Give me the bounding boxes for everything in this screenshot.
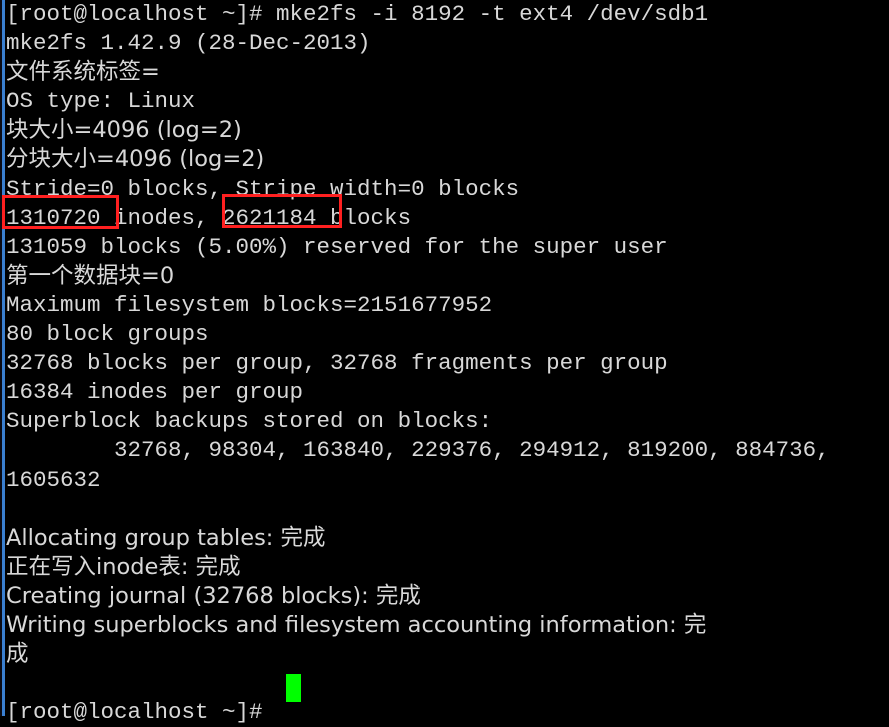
terminal-line-superblock-list-cont: 1605632 <box>6 466 101 493</box>
terminal-window[interactable]: [root@localhost ~]# mke2fs -i 8192 -t ex… <box>0 0 889 725</box>
terminal-line-os-type: OS type: Linux <box>6 88 196 115</box>
window-left-edge-scrollbar[interactable] <box>2 0 5 716</box>
terminal-line-fs-label: 文件系统标签= <box>6 59 160 86</box>
terminal-cursor <box>286 674 301 702</box>
terminal-line-command: [root@localhost ~]# mke2fs -i 8192 -t ex… <box>6 1 709 27</box>
terminal-line-inodes-per-group: 16384 inodes per group <box>6 379 304 406</box>
terminal-line-writing-superblocks-cont: 成 <box>6 641 29 668</box>
terminal-line-stride: Stride=0 blocks, Stripe width=0 blocks <box>6 175 520 202</box>
terminal-line-writing-superblocks: Writing superblocks and filesystem accou… <box>6 611 707 638</box>
terminal-line-block-size: 块大小=4096 (log=2) <box>6 117 242 144</box>
terminal-line-superblock-list: 32768, 98304, 163840, 229376, 294912, 81… <box>6 437 830 464</box>
terminal-line-blocks-per-group: 32768 blocks per group, 32768 fragments … <box>6 350 668 377</box>
terminal-line-first-data-block: 第一个数据块=0 <box>6 262 175 289</box>
terminal-line-blank-1 <box>6 495 889 524</box>
terminal-line-reserved: 131059 blocks (5.00%) reserved for the s… <box>6 233 668 260</box>
terminal-line-writing-inode-table: 正在写入inode表: 完成 <box>6 553 241 580</box>
terminal-line-final-prompt: [root@localhost ~]# <box>6 699 277 726</box>
terminal-line-creating-journal: Creating journal (32768 blocks): 完成 <box>6 582 421 609</box>
terminal-line-block-groups: 80 block groups <box>6 321 209 348</box>
terminal-line-allocating: Allocating group tables: 完成 <box>6 524 326 551</box>
terminal-console-output[interactable]: [root@localhost ~]# mke2fs -i 8192 -t ex… <box>6 0 889 725</box>
terminal-line-superblock-header: Superblock backups stored on blocks: <box>6 408 493 435</box>
terminal-line-blank-2 <box>6 669 889 698</box>
terminal-line-inodes-blocks: 1310720 inodes, 2621184 blocks <box>6 204 412 231</box>
terminal-line-fragment-size: 分块大小=4096 (log=2) <box>6 146 265 173</box>
terminal-line-max-fs-blocks: Maximum filesystem blocks=2151677952 <box>6 291 493 318</box>
terminal-line-version: mke2fs 1.42.9 (28-Dec-2013) <box>6 30 371 57</box>
